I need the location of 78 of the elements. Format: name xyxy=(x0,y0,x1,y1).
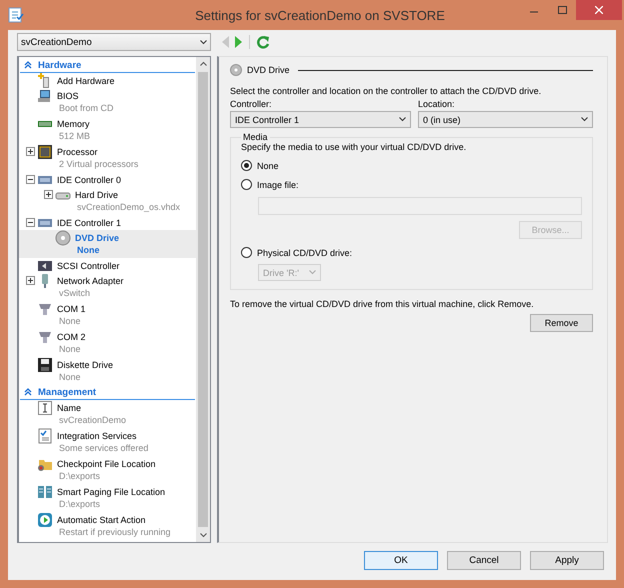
radio-label[interactable]: Physical CD/DVD drive: xyxy=(257,248,352,258)
item-detail: D:\exports xyxy=(59,471,100,481)
expand-icon[interactable] xyxy=(26,276,34,285)
tree-item[interactable]: Add Hardware xyxy=(19,73,196,88)
item-detail: 2 Virtual processors xyxy=(59,159,138,169)
tree-item[interactable]: BIOS Boot from CD xyxy=(19,88,196,116)
group-title: Media xyxy=(242,132,269,142)
item-detail: svCreationDemo xyxy=(59,415,126,425)
item-detail: Some services offered xyxy=(59,443,148,453)
radio-button[interactable] xyxy=(241,160,252,171)
tree-item[interactable]: Processor 2 Virtual processors xyxy=(19,144,196,172)
remove-button[interactable]: Remove xyxy=(530,314,593,332)
disc-icon xyxy=(230,64,242,76)
scrollbar[interactable] xyxy=(196,57,210,542)
location-dropdown[interactable]: 0 (in use) xyxy=(418,111,593,128)
section-header: Hardware xyxy=(38,60,82,70)
settings-window-icon xyxy=(8,7,24,23)
expand-icon[interactable] xyxy=(26,147,34,156)
tree-item[interactable]: Checkpoint File Location D:\exports xyxy=(19,456,196,484)
window-title: Settings for svCreationDemo on SVSTORE xyxy=(195,8,445,22)
tree-item[interactable]: Automatic Start Action Restart if previously running xyxy=(19,512,196,540)
item-detail: D:\exports xyxy=(59,499,100,509)
tree-item[interactable]: DVD Drive None xyxy=(19,230,196,258)
tree-item[interactable]: IDE Controller 0 xyxy=(19,172,196,187)
collapse-chevron-icon[interactable] xyxy=(24,61,32,69)
text-cursor-icon xyxy=(37,400,53,416)
tree-item[interactable]: Hard Drive svCreationDemo_os.vhdx xyxy=(19,187,196,215)
computer-icon xyxy=(37,88,53,104)
vm-selector[interactable]: svCreationDemo xyxy=(17,33,211,51)
instruction-text: Select the controller and location on the controller to attach the CD/DVD drive. xyxy=(230,86,542,96)
radio-button[interactable] xyxy=(241,179,252,190)
refresh-icon[interactable] xyxy=(256,35,270,49)
close-icon xyxy=(595,6,603,14)
scroll-down-icon xyxy=(200,533,206,538)
radio-label[interactable]: None xyxy=(257,160,279,170)
item-detail: 512 MB xyxy=(59,131,90,141)
close-button[interactable] xyxy=(576,0,622,20)
tree-item[interactable]: Integration Services Some services offered xyxy=(19,428,196,456)
tree-item[interactable]: COM 2 None xyxy=(19,329,196,357)
checklist-icon xyxy=(37,428,53,444)
item-detail: svCreationDemo_os.vhdx xyxy=(77,202,180,212)
item-detail: Boot from CD xyxy=(59,103,114,113)
tree-item[interactable]: Network Adapter vSwitch xyxy=(19,273,196,301)
tree-item[interactable]: SCSI Controller xyxy=(19,258,196,273)
scroll-up-icon xyxy=(200,61,206,66)
collapse-icon[interactable] xyxy=(26,218,34,227)
expand-icon[interactable] xyxy=(44,190,52,199)
radio-button[interactable] xyxy=(241,247,252,258)
instruction-text: To remove the virtual CD/DVD drive from this virtual machine, click Remove. xyxy=(230,299,535,309)
dialog-button[interactable]: OK xyxy=(364,551,438,570)
tree-item[interactable]: Name svCreationDemo xyxy=(19,400,196,428)
field-label: Controller: xyxy=(230,99,273,109)
section-title: DVD Drive xyxy=(247,65,290,75)
instruction-text: Specify the media to use with your virtual CD/DVD drive. xyxy=(241,142,468,152)
tree-item[interactable]: IDE Controller 1 xyxy=(19,215,196,230)
item-detail: None xyxy=(59,344,81,354)
section-header: Management xyxy=(38,386,96,398)
disc-icon xyxy=(55,230,71,246)
collapse-chevron-icon[interactable] xyxy=(24,388,32,396)
dialog-button[interactable]: Cancel xyxy=(447,551,521,570)
play-icon xyxy=(37,512,53,528)
controller-dropdown[interactable]: IDE Controller 1 xyxy=(230,111,411,128)
item-detail: vSwitch xyxy=(59,288,90,298)
tree-item[interactable]: COM 1 None xyxy=(19,301,196,329)
tree-item[interactable]: Smart Paging File Location D:\exports xyxy=(19,484,196,512)
item-detail: Restart if previously running xyxy=(59,527,171,537)
item-detail: None xyxy=(59,372,81,382)
maximize-icon xyxy=(558,6,566,14)
tree-item[interactable]: Diskette Drive None xyxy=(19,357,196,385)
dialog-button[interactable]: Apply xyxy=(530,551,604,570)
floppy-icon xyxy=(37,356,53,372)
tree-item[interactable]: Memory 512 MB xyxy=(19,116,196,144)
field-label: Location: xyxy=(418,99,456,109)
processor-icon xyxy=(37,144,53,160)
item-detail: None xyxy=(77,245,100,255)
item-detail: None xyxy=(59,316,81,326)
collapse-icon[interactable] xyxy=(26,175,34,184)
radio-label[interactable]: Image file: xyxy=(257,180,299,190)
